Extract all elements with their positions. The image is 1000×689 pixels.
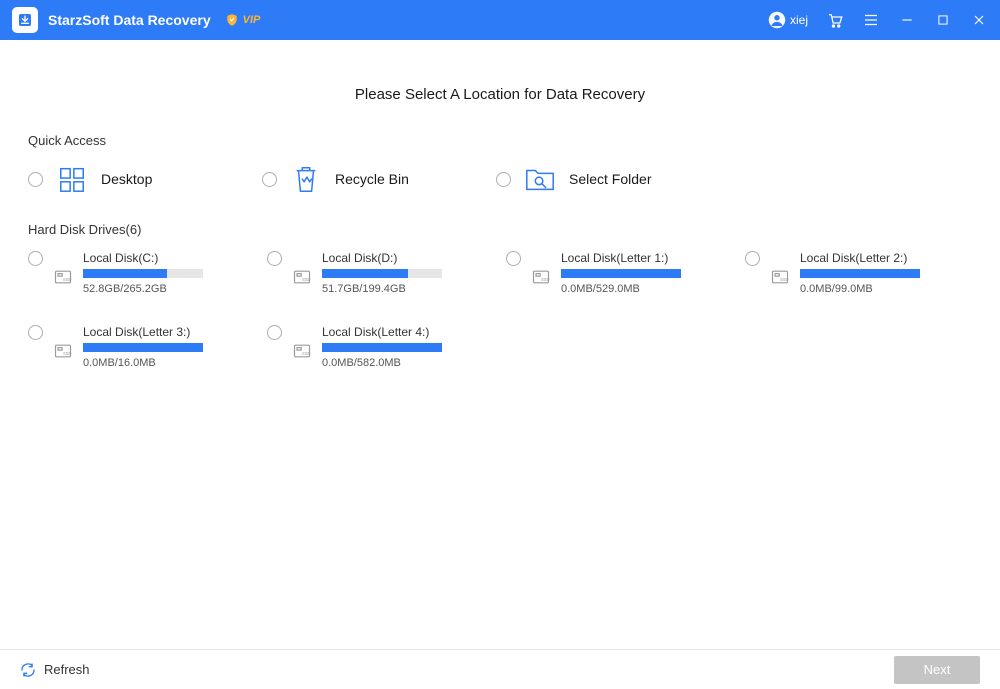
title-bar: StarzSoft Data Recovery VIP xiej bbox=[0, 0, 1000, 40]
refresh-icon bbox=[20, 662, 36, 678]
drives-grid: SSD Local Disk(C:) 52.8GB/265.2GB SSD Lo… bbox=[28, 251, 972, 369]
next-label: Next bbox=[924, 662, 951, 677]
menu-icon bbox=[862, 11, 880, 29]
quick-access-row: Desktop Recycle Bin Se bbox=[28, 162, 972, 196]
radio-drive[interactable] bbox=[267, 251, 282, 266]
app-logo bbox=[12, 7, 38, 33]
quick-access-select-folder[interactable]: Select Folder bbox=[496, 162, 736, 196]
svg-text:SSD: SSD bbox=[302, 277, 311, 282]
main-content: Please Select A Location for Data Recove… bbox=[0, 40, 1000, 649]
vip-shield-icon bbox=[225, 13, 239, 27]
usage-bar-fill bbox=[322, 269, 408, 278]
close-icon bbox=[971, 12, 987, 28]
drive-name: Local Disk(Letter 1:) bbox=[561, 251, 733, 265]
drive-item[interactable]: SSD Local Disk(C:) 52.8GB/265.2GB bbox=[28, 251, 255, 295]
minimize-icon bbox=[899, 12, 915, 28]
minimize-button[interactable] bbox=[898, 11, 916, 29]
usage-bar bbox=[83, 269, 203, 278]
radio-drive[interactable] bbox=[745, 251, 760, 266]
ssd-icon: SSD bbox=[53, 267, 73, 287]
maximize-button[interactable] bbox=[934, 11, 952, 29]
radio-select-folder[interactable] bbox=[496, 172, 511, 187]
drive-usage: 52.8GB/265.2GB bbox=[83, 283, 255, 295]
svg-text:SSD: SSD bbox=[63, 351, 72, 356]
usage-bar-fill bbox=[83, 343, 203, 352]
app-title: StarzSoft Data Recovery bbox=[48, 12, 211, 28]
drive-name: Local Disk(Letter 3:) bbox=[83, 325, 255, 339]
recycle-bin-icon bbox=[289, 162, 323, 196]
usage-bar bbox=[800, 269, 920, 278]
close-button[interactable] bbox=[970, 11, 988, 29]
maximize-icon bbox=[936, 13, 950, 27]
usage-bar bbox=[322, 269, 442, 278]
footer-bar: Refresh Next bbox=[0, 649, 1000, 689]
drive-name: Local Disk(Letter 4:) bbox=[322, 325, 494, 339]
usage-bar bbox=[561, 269, 681, 278]
quick-access-label-recycle: Recycle Bin bbox=[335, 171, 409, 187]
svg-text:SSD: SSD bbox=[302, 351, 311, 356]
usage-bar-fill bbox=[561, 269, 681, 278]
drive-name: Local Disk(D:) bbox=[322, 251, 494, 265]
user-name: xiej bbox=[790, 13, 808, 27]
drive-usage: 51.7GB/199.4GB bbox=[322, 283, 494, 295]
quick-access-desktop[interactable]: Desktop bbox=[28, 162, 268, 196]
refresh-button[interactable]: Refresh bbox=[20, 662, 90, 678]
drive-item[interactable]: SSD Local Disk(Letter 4:) 0.0MB/582.0MB bbox=[267, 325, 494, 369]
vip-label: VIP bbox=[243, 14, 261, 26]
radio-drive[interactable] bbox=[506, 251, 521, 266]
user-chip[interactable]: xiej bbox=[768, 11, 808, 29]
radio-drive[interactable] bbox=[28, 251, 43, 266]
usage-bar-fill bbox=[800, 269, 920, 278]
svg-text:SSD: SSD bbox=[541, 277, 550, 282]
refresh-label: Refresh bbox=[44, 662, 90, 677]
drive-item[interactable]: SSD Local Disk(Letter 3:) 0.0MB/16.0MB bbox=[28, 325, 255, 369]
ssd-icon: SSD bbox=[531, 267, 551, 287]
drive-item[interactable]: SSD Local Disk(D:) 51.7GB/199.4GB bbox=[267, 251, 494, 295]
quick-access-label-select-folder: Select Folder bbox=[569, 171, 651, 187]
radio-drive[interactable] bbox=[28, 325, 43, 340]
usage-bar-fill bbox=[322, 343, 442, 352]
vip-badge: VIP bbox=[225, 13, 261, 27]
drives-section-label: Hard Disk Drives(6) bbox=[28, 222, 972, 237]
drive-usage: 0.0MB/99.0MB bbox=[800, 283, 972, 295]
radio-recycle-bin[interactable] bbox=[262, 172, 277, 187]
drive-name: Local Disk(C:) bbox=[83, 251, 255, 265]
quick-access-recycle-bin[interactable]: Recycle Bin bbox=[262, 162, 502, 196]
quick-access-label-desktop: Desktop bbox=[101, 171, 152, 187]
svg-text:SSD: SSD bbox=[63, 277, 72, 282]
menu-button[interactable] bbox=[862, 11, 880, 29]
cart-button[interactable] bbox=[826, 11, 844, 29]
drive-usage: 0.0MB/529.0MB bbox=[561, 283, 733, 295]
usage-bar-fill bbox=[83, 269, 167, 278]
usage-bar bbox=[83, 343, 203, 352]
usage-bar bbox=[322, 343, 442, 352]
ssd-icon: SSD bbox=[292, 341, 312, 361]
drive-item[interactable]: SSD Local Disk(Letter 1:) 0.0MB/529.0MB bbox=[506, 251, 733, 295]
radio-drive[interactable] bbox=[267, 325, 282, 340]
drive-usage: 0.0MB/16.0MB bbox=[83, 357, 255, 369]
user-avatar-icon bbox=[768, 11, 786, 29]
ssd-icon: SSD bbox=[292, 267, 312, 287]
next-button[interactable]: Next bbox=[894, 656, 980, 684]
ssd-icon: SSD bbox=[53, 341, 73, 361]
drive-usage: 0.0MB/582.0MB bbox=[322, 357, 494, 369]
radio-desktop[interactable] bbox=[28, 172, 43, 187]
page-heading: Please Select A Location for Data Recove… bbox=[28, 86, 972, 103]
svg-text:SSD: SSD bbox=[780, 277, 789, 282]
select-folder-icon bbox=[523, 162, 557, 196]
quick-access-label: Quick Access bbox=[28, 133, 972, 148]
drive-name: Local Disk(Letter 2:) bbox=[800, 251, 972, 265]
desktop-icon bbox=[55, 162, 89, 196]
ssd-icon: SSD bbox=[770, 267, 790, 287]
drive-item[interactable]: SSD Local Disk(Letter 2:) 0.0MB/99.0MB bbox=[745, 251, 972, 295]
cart-icon bbox=[826, 11, 844, 29]
